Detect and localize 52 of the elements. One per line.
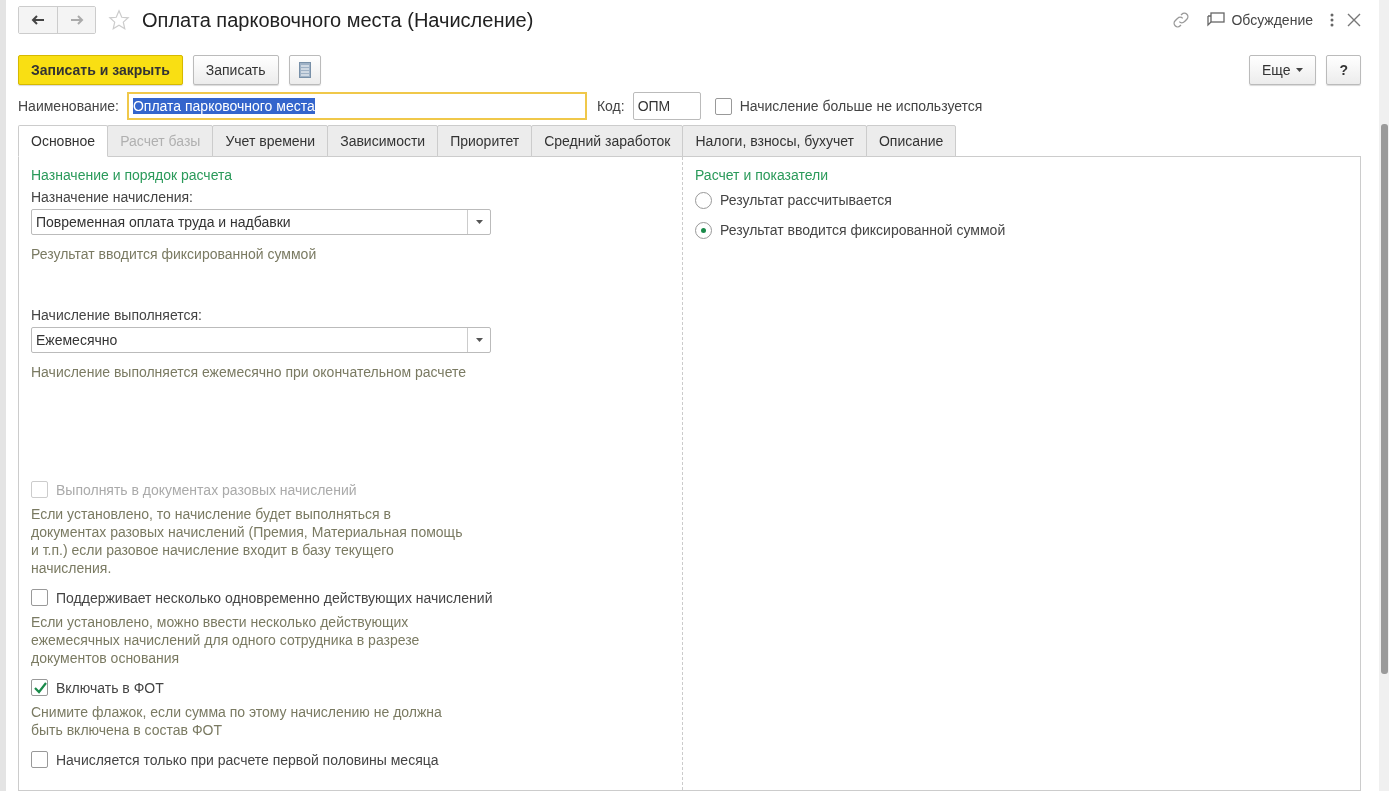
tab[interactable]: Средний заработок xyxy=(531,125,684,157)
more-button[interactable]: Еще xyxy=(1248,55,1317,85)
checkbox[interactable] xyxy=(714,97,732,115)
checkbox-label: Начисляется только при расчете первой половины месяца xyxy=(56,751,439,768)
radio-label: Результат рассчитывается xyxy=(720,192,892,208)
hint-text: Начисление выполняется ежемесячно при окончательном расчете xyxy=(31,363,468,381)
name-field[interactable]: Оплата парковочного места xyxy=(126,92,587,120)
checkbox[interactable] xyxy=(31,679,48,696)
tab[interactable]: Зависимости xyxy=(327,125,439,157)
checkbox-label: Выполнять в документах разовых начислений xyxy=(56,481,357,498)
right-arrow-icon xyxy=(69,15,84,25)
close-icon[interactable] xyxy=(1347,13,1361,27)
chat-icon xyxy=(1207,12,1226,28)
checkbox-label: Включать в ФОТ xyxy=(56,679,164,696)
discussion-button[interactable]: Обсуждение xyxy=(1203,12,1317,28)
caret-icon xyxy=(475,220,483,224)
tab[interactable]: Приоритет xyxy=(437,125,533,157)
hint-text: Снимите флажок, если сумма по этому начислению не должна быть включена в состав ФОТ xyxy=(31,703,443,739)
save-button[interactable]: Записать xyxy=(192,55,279,85)
dropdown-field[interactable]: Повременная оплата труда и надбавки xyxy=(31,209,491,235)
dropdown-field[interactable]: Ежемесячно xyxy=(31,327,491,353)
tab[interactable]: Налоги, взносы, бухучет xyxy=(682,125,867,157)
checkbox-label: Поддерживает несколько одновременно действующих начислений xyxy=(56,589,493,606)
hint-text: Результат вводится фиксированной суммой xyxy=(31,245,318,263)
save-and-close-button[interactable]: Записать и закрыть xyxy=(18,55,183,85)
help-button[interactable]: ? xyxy=(1326,55,1361,85)
tab[interactable]: Описание xyxy=(866,125,957,157)
window-title: Оплата парковочного места (Начисление) xyxy=(142,8,535,32)
back-button[interactable] xyxy=(19,7,57,33)
code-field[interactable]: ОПМ xyxy=(632,92,701,120)
radio-label: Результат вводится фиксированной суммой xyxy=(720,222,1006,238)
hint-text: Если установлено, то начисление будет выполняться в документах разовых начислений (Премия, Материальная помощь и т.п.) если разовое начисление входит в базу текущего начисления. xyxy=(31,505,463,577)
checkbox-label: Начисление больше не используется xyxy=(739,98,983,114)
field-label: Назначение начисления: xyxy=(31,189,194,205)
document-icon xyxy=(298,62,311,78)
tab[interactable]: Основное xyxy=(18,125,109,157)
field-label: Начисление выполняется: xyxy=(31,307,203,323)
caret-icon xyxy=(475,338,483,342)
more-options-icon[interactable] xyxy=(1329,12,1335,28)
star-icon[interactable] xyxy=(108,9,130,31)
report-button[interactable] xyxy=(288,55,321,85)
section-title: Назначение и порядок расчета xyxy=(31,167,233,183)
left-arrow-icon xyxy=(31,15,45,25)
checkbox[interactable] xyxy=(31,589,48,606)
section-title: Расчет и показатели xyxy=(695,167,830,183)
code-label: Код: xyxy=(596,98,625,114)
scrollbar[interactable] xyxy=(1379,0,1389,791)
checkbox[interactable] xyxy=(31,751,48,768)
tab[interactable]: Учет времени xyxy=(212,125,329,157)
name-label: Наименование: xyxy=(18,98,119,114)
caret-icon xyxy=(1296,68,1304,72)
hint-text: Если установлено, можно ввести несколько действующих ежемесячных начислений для одного сотрудника в разрезе документов основания xyxy=(31,613,421,667)
